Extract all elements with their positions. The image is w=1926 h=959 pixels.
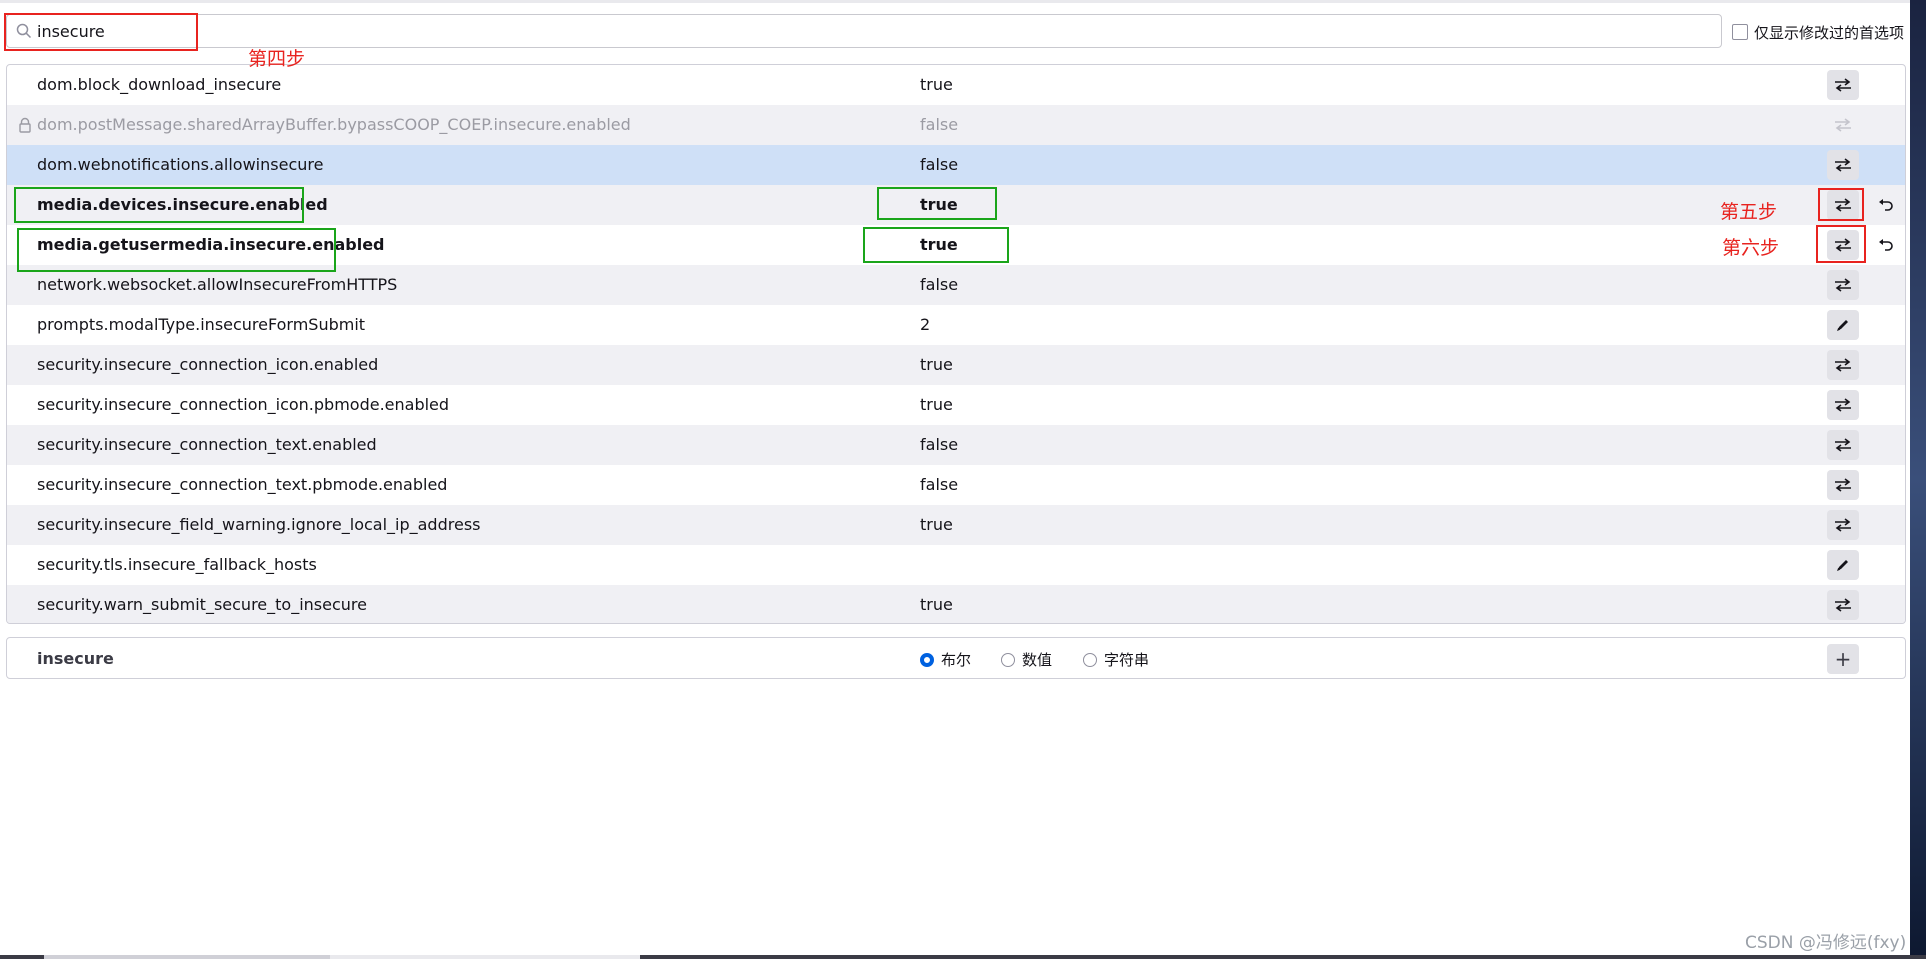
pref-name: dom.postMessage.sharedArrayBuffer.bypass… bbox=[37, 115, 631, 134]
type-radio-number[interactable]: 数值 bbox=[1001, 649, 1052, 670]
swap-arrows-icon bbox=[1834, 118, 1852, 132]
annotation-getusermedia-value-box bbox=[863, 227, 1009, 263]
pref-name: security.insecure_connection_text.enable… bbox=[37, 435, 377, 454]
pref-value: false bbox=[920, 155, 959, 174]
annotation-step6: 第六步 bbox=[1722, 237, 1780, 259]
toggle-button[interactable] bbox=[1827, 390, 1859, 420]
desktop-background-edge bbox=[1910, 0, 1926, 959]
top-border bbox=[0, 0, 1926, 3]
search-box[interactable] bbox=[6, 14, 1722, 48]
toggle-button bbox=[1827, 110, 1859, 140]
modified-only-label: 仅显示修改过的首选项 bbox=[1754, 23, 1905, 42]
toggle-button[interactable] bbox=[1827, 470, 1859, 500]
pref-name: prompts.modalType.insecureFormSubmit bbox=[37, 315, 366, 334]
type-label-boolean: 布尔 bbox=[941, 651, 972, 669]
plus-icon: + bbox=[1834, 647, 1852, 671]
pref-name: security.insecure_connection_icon.pbmode… bbox=[37, 395, 450, 414]
swap-arrows-icon bbox=[1834, 478, 1852, 492]
bottom-strip bbox=[0, 955, 1926, 959]
swap-arrows-icon bbox=[1834, 398, 1852, 412]
edit-button[interactable] bbox=[1827, 550, 1859, 580]
pref-value: false bbox=[920, 435, 959, 454]
annotation-search-box bbox=[4, 13, 198, 51]
add-pref-row: insecure 布尔 数值 字符串 + bbox=[6, 637, 1906, 679]
toggle-button[interactable] bbox=[1827, 510, 1859, 540]
toggle-button[interactable] bbox=[1827, 270, 1859, 300]
pref-name: security.insecure_connection_icon.enable… bbox=[37, 355, 379, 374]
annotation-step5: 第五步 bbox=[1720, 201, 1778, 223]
pref-row[interactable]: dom.postMessage.sharedArrayBuffer.bypass… bbox=[7, 105, 1905, 145]
annotation-devices-name-box bbox=[14, 187, 304, 223]
type-radio-boolean[interactable]: 布尔 bbox=[920, 649, 971, 670]
pref-value: true bbox=[920, 395, 953, 414]
annotation-step5-box bbox=[1818, 188, 1864, 221]
pref-value: true bbox=[920, 515, 953, 534]
reset-button[interactable] bbox=[1875, 234, 1897, 256]
radio-number-dot[interactable] bbox=[1001, 652, 1015, 667]
pref-row[interactable]: dom.webnotifications.allowinsecure false bbox=[7, 145, 1905, 185]
pref-row[interactable]: security.insecure_connection_icon.pbmode… bbox=[7, 385, 1905, 425]
pref-row[interactable]: security.insecure_connection_text.enable… bbox=[7, 425, 1905, 465]
modified-only-checkbox[interactable] bbox=[1732, 24, 1748, 40]
edit-button[interactable] bbox=[1827, 310, 1859, 340]
pref-row[interactable]: dom.block_download_insecure true bbox=[7, 65, 1905, 105]
pref-name: dom.block_download_insecure bbox=[37, 75, 282, 94]
toggle-button[interactable] bbox=[1827, 350, 1859, 380]
pref-name: security.insecure_connection_text.pbmode… bbox=[37, 475, 448, 494]
pref-name: security.tls.insecure_fallback_hosts bbox=[37, 555, 317, 574]
pref-value: true bbox=[920, 595, 953, 614]
reset-button[interactable] bbox=[1875, 194, 1897, 216]
swap-arrows-icon bbox=[1834, 438, 1852, 452]
watermark: CSDN @冯修远(fxy) bbox=[1745, 933, 1907, 953]
toggle-button[interactable] bbox=[1827, 70, 1859, 100]
undo-arrow-icon bbox=[1878, 198, 1894, 212]
pref-value: true bbox=[920, 75, 953, 94]
add-pref-name: insecure bbox=[37, 649, 114, 668]
radio-string-dot[interactable] bbox=[1083, 652, 1097, 667]
toggle-button[interactable] bbox=[1827, 150, 1859, 180]
prefs-table: dom.block_download_insecure true dom.postM… bbox=[6, 64, 1906, 624]
pref-row[interactable]: security.insecure_connection_text.pbmode… bbox=[7, 465, 1905, 505]
pref-row[interactable]: prompts.modalType.insecureFormSubmit 2 bbox=[7, 305, 1905, 345]
radio-boolean-dot[interactable] bbox=[920, 652, 934, 667]
type-radio-string[interactable]: 字符串 bbox=[1083, 649, 1149, 670]
type-label-number: 数值 bbox=[1022, 651, 1053, 669]
lock-icon bbox=[18, 117, 32, 133]
undo-arrow-icon bbox=[1878, 238, 1894, 252]
search-input[interactable] bbox=[37, 19, 1637, 43]
swap-arrows-icon bbox=[1834, 598, 1852, 612]
annotation-getusermedia-name-box bbox=[17, 228, 336, 272]
pref-value: false bbox=[920, 275, 959, 294]
swap-arrows-icon bbox=[1834, 158, 1852, 172]
annotation-step6-box bbox=[1816, 225, 1866, 263]
pref-value: false bbox=[920, 115, 959, 134]
annotation-step4: 第四步 bbox=[248, 48, 306, 70]
swap-arrows-icon bbox=[1834, 278, 1852, 292]
toggle-button[interactable] bbox=[1827, 590, 1859, 620]
add-pref-button[interactable]: + bbox=[1827, 644, 1859, 674]
annotation-devices-value-box bbox=[877, 187, 997, 220]
pref-name: dom.webnotifications.allowinsecure bbox=[37, 155, 324, 174]
pref-name: network.websocket.allowInsecureFromHTTPS bbox=[37, 275, 398, 294]
swap-arrows-icon bbox=[1834, 358, 1852, 372]
toggle-button[interactable] bbox=[1827, 430, 1859, 460]
pref-row[interactable]: security.tls.insecure_fallback_hosts bbox=[7, 545, 1905, 585]
pencil-icon bbox=[1836, 558, 1850, 572]
pref-row[interactable]: security.insecure_field_warning.ignore_l… bbox=[7, 505, 1905, 545]
swap-arrows-icon bbox=[1834, 78, 1852, 92]
pref-value: 2 bbox=[920, 315, 931, 334]
pref-value: false bbox=[920, 475, 959, 494]
pencil-icon bbox=[1836, 318, 1850, 332]
pref-value: true bbox=[920, 355, 953, 374]
swap-arrows-icon bbox=[1834, 518, 1852, 532]
pref-row[interactable]: security.warn_submit_secure_to_insecure t… bbox=[7, 585, 1905, 623]
type-label-string: 字符串 bbox=[1104, 651, 1150, 669]
pref-name: security.insecure_field_warning.ignore_l… bbox=[37, 515, 481, 534]
modified-only-toggle[interactable]: 仅显示修改过的首选项 bbox=[1732, 20, 1904, 44]
pref-name: security.warn_submit_secure_to_insecure bbox=[37, 595, 367, 614]
pref-row[interactable]: security.insecure_connection_icon.enable… bbox=[7, 345, 1905, 385]
